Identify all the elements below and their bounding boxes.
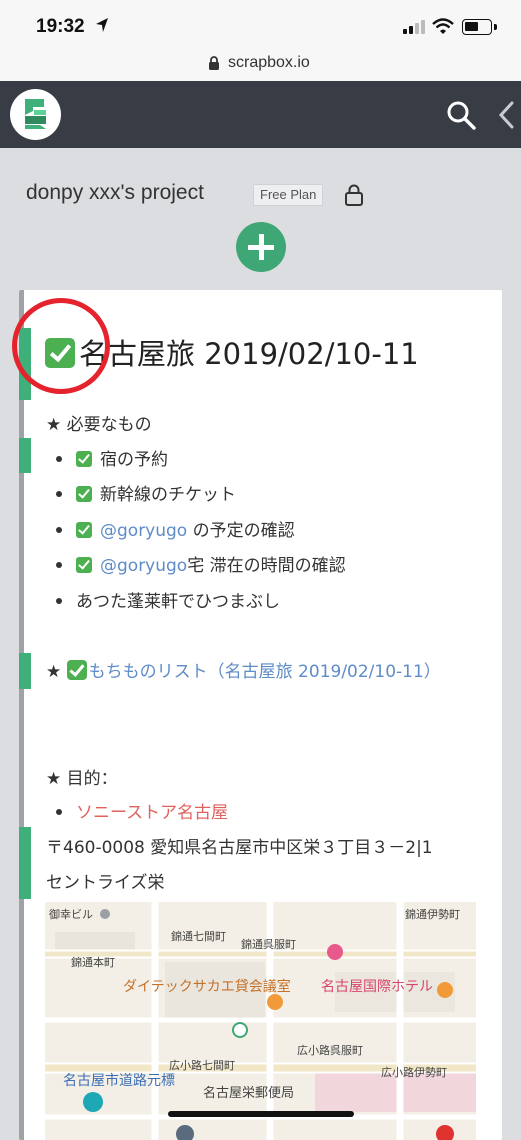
- map-label: 名古屋国際ホテル: [321, 979, 433, 995]
- url-text: scrapbox.io: [228, 54, 310, 71]
- map-label: 広小路伊勢町: [381, 1066, 447, 1079]
- check-mark-icon: [76, 486, 92, 502]
- new-page-button[interactable]: [236, 222, 286, 272]
- list-item[interactable]: @goryugo の予定の確認: [56, 516, 295, 541]
- page-link[interactable]: もちものリスト（名古屋旅 2019/02/10-11）: [89, 662, 441, 682]
- scrapbox-logo-icon[interactable]: [10, 89, 61, 140]
- list-item[interactable]: あつた蓬莱軒でひつまぶし: [56, 587, 280, 612]
- gutter-marker: [19, 438, 31, 473]
- annotation-circle: [12, 298, 110, 394]
- map-embed[interactable]: 御幸ビル 錦通伊勢町 錦通七間町 錦通呉服町 錦通本町 ダイテックサカエ貸会議室…: [45, 902, 476, 1140]
- line-address[interactable]: セントライズ栄: [46, 868, 165, 893]
- line-list-link[interactable]: ★ もちものリスト（名古屋旅 2019/02/10-11）: [46, 657, 441, 682]
- status-time: 19:32: [36, 16, 85, 37]
- search-icon[interactable]: [446, 100, 476, 130]
- chevron-left-icon[interactable]: [496, 100, 516, 130]
- map-label: ダイテックサカエ貸会議室: [123, 979, 291, 995]
- secure-lock-icon: [209, 56, 219, 70]
- private-lock-icon: [345, 184, 363, 206]
- status-bar: 19:32: [0, 0, 521, 50]
- page-link[interactable]: ソニーストア名古屋: [76, 803, 228, 823]
- check-mark-icon: [76, 451, 92, 467]
- map-label: 広小路七間町: [169, 1059, 235, 1072]
- plan-badge: Free Plan: [253, 184, 324, 206]
- cellular-signal-icon: [403, 20, 425, 34]
- line-gutter: [19, 290, 24, 1140]
- map-label: 名古屋市道路元標: [63, 1073, 175, 1089]
- line-address[interactable]: 〒460-0008 愛知県名古屋市中区栄３丁目３－2|1: [46, 833, 433, 858]
- list-item[interactable]: ソニーストア名古屋: [56, 798, 228, 823]
- line-needs[interactable]: ★ 必要なもの: [46, 410, 152, 435]
- map-label: 錦通本町: [71, 956, 115, 969]
- map-label: 名古屋栄郵便局: [203, 1086, 295, 1101]
- map-label: 錦通呉服町: [241, 938, 296, 951]
- project-title[interactable]: donpy xxx's project: [26, 181, 204, 205]
- map-label: 錦通七間町: [171, 930, 226, 943]
- battery-icon: [462, 19, 492, 35]
- gutter-marker: [19, 827, 31, 899]
- app-navbar: [0, 81, 521, 148]
- check-mark-icon: [66, 660, 87, 680]
- list-item[interactable]: 新幹線のチケット: [56, 480, 236, 505]
- map-label: 錦通伊勢町: [405, 908, 460, 921]
- map-label: 御幸ビル: [49, 908, 93, 921]
- location-arrow-icon: [96, 18, 108, 32]
- wifi-icon: [432, 18, 454, 34]
- line-purpose[interactable]: ★ 目的：: [46, 764, 118, 789]
- check-mark-icon: [76, 557, 92, 573]
- user-link[interactable]: @goryugo: [100, 521, 187, 541]
- address-bar[interactable]: scrapbox.io: [0, 50, 521, 81]
- page-card: 名古屋旅 2019/02/10-11 ★ 必要なもの 宿の予約 新幹線のチケット…: [19, 290, 502, 1140]
- map-label: 広小路呉服町: [297, 1044, 363, 1057]
- check-mark-icon: [76, 522, 92, 538]
- list-item[interactable]: @goryugo宅 滞在の時間の確認: [56, 551, 346, 576]
- list-item[interactable]: 宿の予約: [56, 445, 168, 470]
- user-link[interactable]: @goryugo: [100, 556, 187, 576]
- home-indicator[interactable]: [168, 1111, 354, 1117]
- gutter-marker: [19, 653, 31, 689]
